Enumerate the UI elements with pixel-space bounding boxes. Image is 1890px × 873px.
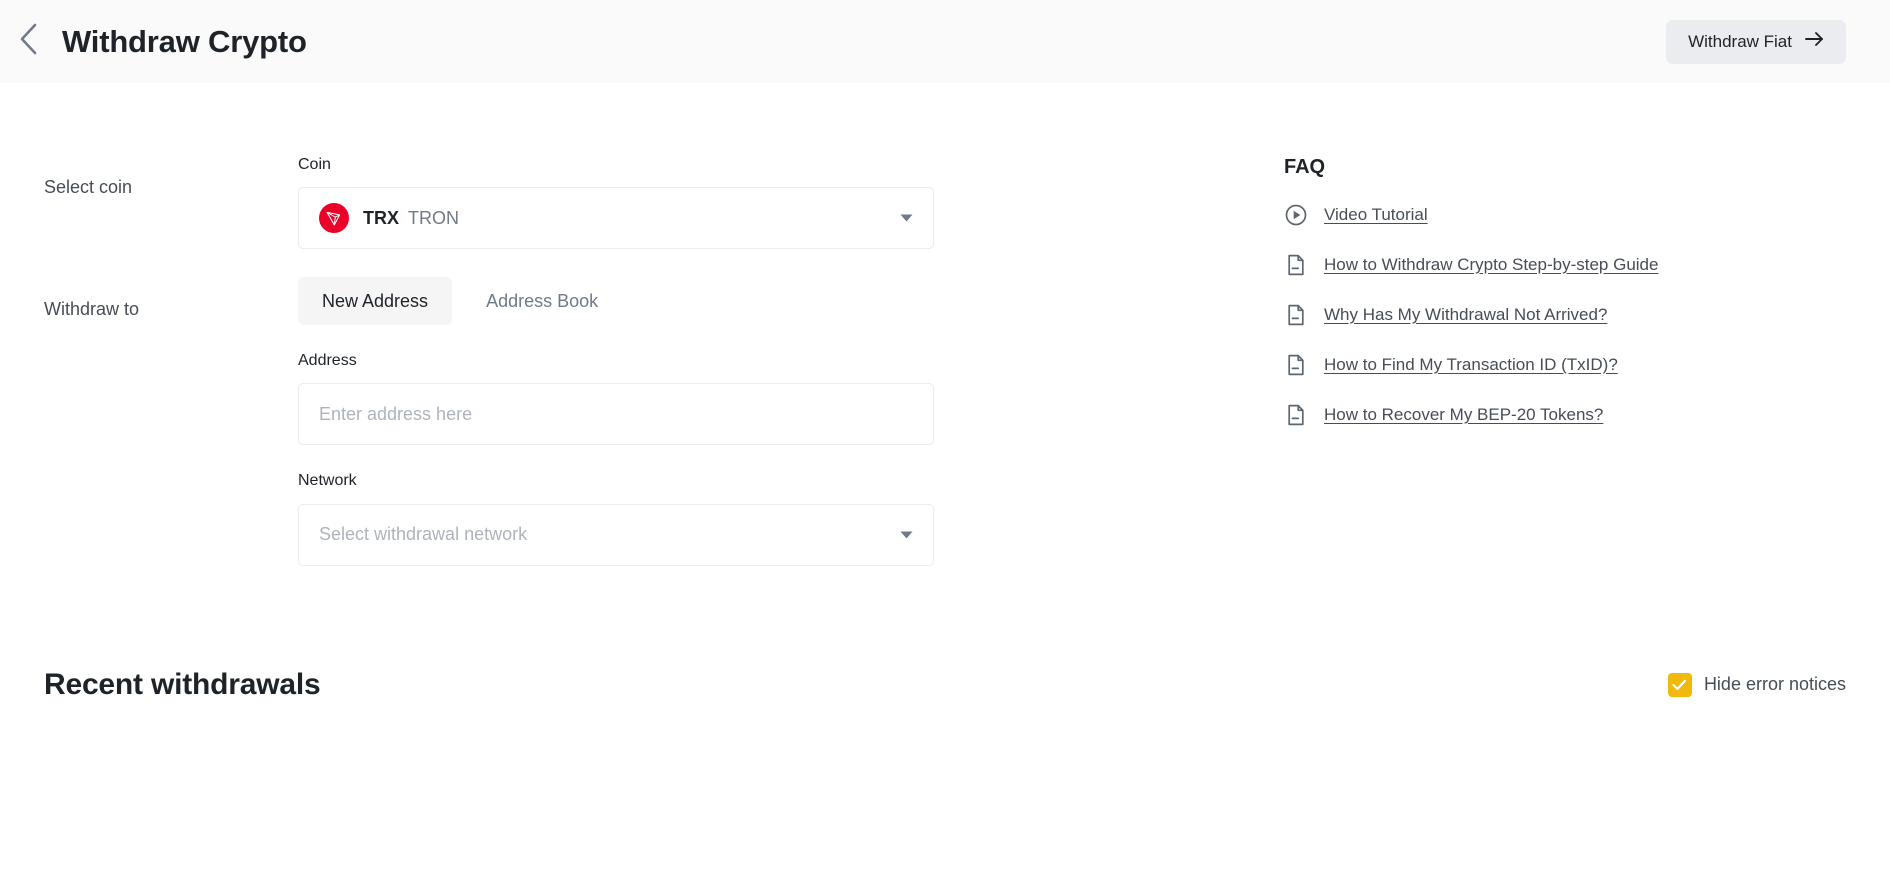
faq-item-label: How to Withdraw Crypto Step-by-step Guid… bbox=[1324, 254, 1659, 274]
address-input-placeholder: Enter address here bbox=[319, 403, 473, 424]
coin-field-label: Coin bbox=[298, 156, 331, 173]
address-field-label: Address bbox=[298, 352, 357, 370]
document-icon bbox=[1284, 403, 1308, 427]
row-spacer bbox=[44, 249, 1264, 277]
withdraw-fiat-button[interactable]: Withdraw Fiat bbox=[1666, 19, 1846, 64]
tab-new-address[interactable]: New Address bbox=[298, 277, 453, 326]
recent-withdrawals-section: Recent withdrawals Hide error notices bbox=[0, 667, 1890, 701]
document-icon bbox=[1284, 353, 1308, 377]
coin-symbol: TRX bbox=[363, 207, 399, 228]
tabs-spacer bbox=[298, 325, 1264, 351]
network-field-label: Network bbox=[298, 472, 357, 490]
faq-item-label: Why Has My Withdrawal Not Arrived? bbox=[1324, 304, 1608, 324]
document-icon bbox=[1284, 303, 1308, 327]
select-coin-label: Select coin bbox=[44, 177, 133, 197]
network-select-placeholder: Select withdrawal network bbox=[319, 524, 528, 545]
faq-title: FAQ bbox=[1284, 156, 1326, 178]
recent-withdrawals-title: Recent withdrawals bbox=[44, 667, 321, 701]
hide-error-notices-checkbox[interactable] bbox=[1667, 672, 1692, 697]
coin-name: TRON bbox=[408, 207, 459, 228]
withdraw-form: Select coin Coin TRX TRON Withdraw to Ne… bbox=[44, 83, 1264, 566]
withdraw-to-body: New Address Address Book Address Enter a… bbox=[298, 277, 1264, 566]
network-select[interactable]: Select withdrawal network bbox=[298, 503, 934, 566]
back-button[interactable] bbox=[0, 0, 56, 83]
main-content: Select coin Coin TRX TRON Withdraw to Ne… bbox=[0, 83, 1890, 566]
faq-panel: FAQ Video Tutorial How to Withdraw Crypt… bbox=[1264, 83, 1846, 566]
withdraw-to-tabs: New Address Address Book bbox=[298, 277, 1264, 326]
withdraw-to-row: Withdraw to New Address Address Book Add… bbox=[44, 277, 1264, 566]
faq-item-transaction-id[interactable]: How to Find My Transaction ID (TxID)? bbox=[1284, 353, 1846, 377]
trx-coin-icon bbox=[319, 203, 349, 234]
hide-error-notices-toggle[interactable]: Hide error notices bbox=[1667, 672, 1846, 697]
faq-item-label: How to Find My Transaction ID (TxID)? bbox=[1324, 354, 1618, 374]
address-input-wrapper[interactable]: Enter address here bbox=[298, 383, 934, 446]
page-title: Withdraw Crypto bbox=[62, 24, 307, 59]
play-circle-icon bbox=[1284, 203, 1308, 227]
faq-item-withdraw-guide[interactable]: How to Withdraw Crypto Step-by-step Guid… bbox=[1284, 253, 1846, 277]
tab-address-book[interactable]: Address Book bbox=[462, 277, 622, 325]
faq-item-video-tutorial[interactable]: Video Tutorial bbox=[1284, 203, 1846, 227]
coin-select[interactable]: TRX TRON bbox=[298, 187, 934, 250]
chevron-left-icon bbox=[17, 22, 39, 61]
chevron-down-icon bbox=[900, 526, 913, 544]
withdraw-to-label: Withdraw to bbox=[44, 299, 140, 320]
faq-item-recover-bep20[interactable]: How to Recover My BEP-20 Tokens? bbox=[1284, 403, 1846, 427]
arrow-right-icon bbox=[1805, 31, 1824, 52]
hide-error-notices-label: Hide error notices bbox=[1703, 673, 1846, 694]
page-header: Withdraw Crypto Withdraw Fiat bbox=[0, 0, 1890, 83]
address-spacer bbox=[298, 445, 1264, 471]
select-coin-row: Select coin Coin TRX TRON bbox=[44, 155, 1264, 250]
faq-item-not-arrived[interactable]: Why Has My Withdrawal Not Arrived? bbox=[1284, 303, 1846, 327]
faq-item-label: Video Tutorial bbox=[1324, 204, 1428, 224]
select-coin-body: Coin TRX TRON bbox=[298, 155, 1264, 250]
faq-item-label: How to Recover My BEP-20 Tokens? bbox=[1324, 404, 1604, 424]
chevron-down-icon bbox=[900, 209, 913, 227]
document-icon bbox=[1284, 253, 1308, 277]
withdraw-fiat-label: Withdraw Fiat bbox=[1688, 31, 1792, 51]
